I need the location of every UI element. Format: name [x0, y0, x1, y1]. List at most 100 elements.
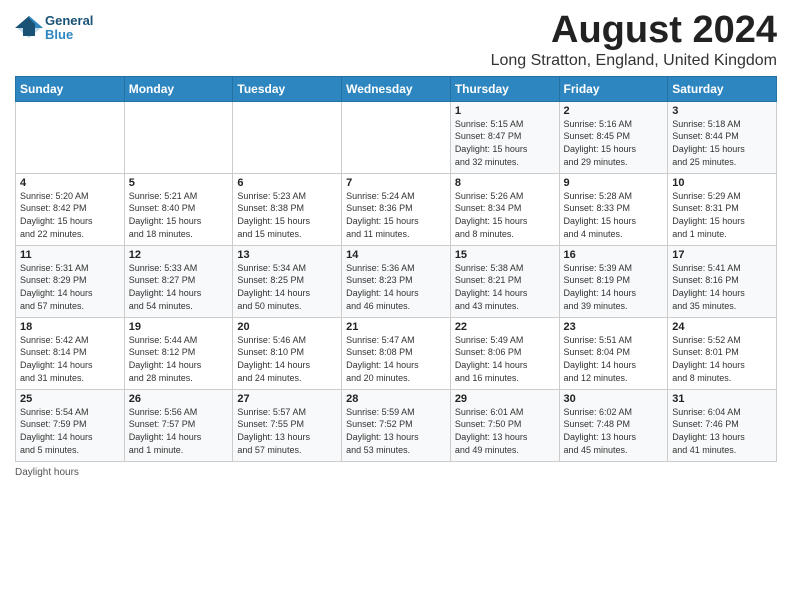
day-number: 28 — [346, 393, 446, 405]
day-info: Sunrise: 6:01 AMSunset: 7:50 PMDaylight:… — [455, 406, 555, 456]
calendar-cell: 25Sunrise: 5:54 AMSunset: 7:59 PMDayligh… — [16, 389, 125, 461]
calendar-day-header: Saturday — [668, 76, 777, 101]
day-number: 20 — [237, 321, 337, 333]
calendar-cell — [16, 101, 125, 173]
day-info: Sunrise: 5:56 AMSunset: 7:57 PMDaylight:… — [129, 406, 229, 456]
day-info: Sunrise: 6:02 AMSunset: 7:48 PMDaylight:… — [564, 406, 664, 456]
day-number: 12 — [129, 249, 229, 261]
day-number: 10 — [672, 177, 772, 189]
day-info: Sunrise: 5:38 AMSunset: 8:21 PMDaylight:… — [455, 262, 555, 312]
calendar-cell: 22Sunrise: 5:49 AMSunset: 8:06 PMDayligh… — [450, 317, 559, 389]
calendar-cell: 26Sunrise: 5:56 AMSunset: 7:57 PMDayligh… — [124, 389, 233, 461]
calendar-cell: 4Sunrise: 5:20 AMSunset: 8:42 PMDaylight… — [16, 173, 125, 245]
day-info: Sunrise: 5:28 AMSunset: 8:33 PMDaylight:… — [564, 190, 664, 240]
day-info: Sunrise: 5:24 AMSunset: 8:36 PMDaylight:… — [346, 190, 446, 240]
calendar-cell: 27Sunrise: 5:57 AMSunset: 7:55 PMDayligh… — [233, 389, 342, 461]
calendar-cell: 23Sunrise: 5:51 AMSunset: 8:04 PMDayligh… — [559, 317, 668, 389]
day-number: 15 — [455, 249, 555, 261]
calendar-cell — [124, 101, 233, 173]
calendar-cell: 29Sunrise: 6:01 AMSunset: 7:50 PMDayligh… — [450, 389, 559, 461]
calendar-week-row: 11Sunrise: 5:31 AMSunset: 8:29 PMDayligh… — [16, 245, 777, 317]
calendar-cell: 30Sunrise: 6:02 AMSunset: 7:48 PMDayligh… — [559, 389, 668, 461]
day-number: 7 — [346, 177, 446, 189]
day-number: 29 — [455, 393, 555, 405]
day-info: Sunrise: 5:52 AMSunset: 8:01 PMDaylight:… — [672, 334, 772, 384]
calendar-cell: 28Sunrise: 5:59 AMSunset: 7:52 PMDayligh… — [342, 389, 451, 461]
day-info: Sunrise: 5:23 AMSunset: 8:38 PMDaylight:… — [237, 190, 337, 240]
calendar-cell: 12Sunrise: 5:33 AMSunset: 8:27 PMDayligh… — [124, 245, 233, 317]
day-number: 4 — [20, 177, 120, 189]
day-number: 26 — [129, 393, 229, 405]
day-number: 11 — [20, 249, 120, 261]
day-number: 25 — [20, 393, 120, 405]
title-block: August 2024 Long Stratton, England, Unit… — [491, 10, 777, 70]
calendar-cell: 21Sunrise: 5:47 AMSunset: 8:08 PMDayligh… — [342, 317, 451, 389]
day-number: 18 — [20, 321, 120, 333]
calendar-cell: 15Sunrise: 5:38 AMSunset: 8:21 PMDayligh… — [450, 245, 559, 317]
calendar-week-row: 25Sunrise: 5:54 AMSunset: 7:59 PMDayligh… — [16, 389, 777, 461]
day-number: 19 — [129, 321, 229, 333]
day-info: Sunrise: 5:51 AMSunset: 8:04 PMDaylight:… — [564, 334, 664, 384]
calendar-cell: 19Sunrise: 5:44 AMSunset: 8:12 PMDayligh… — [124, 317, 233, 389]
day-info: Sunrise: 5:54 AMSunset: 7:59 PMDaylight:… — [20, 406, 120, 456]
calendar-cell: 3Sunrise: 5:18 AMSunset: 8:44 PMDaylight… — [668, 101, 777, 173]
day-info: Sunrise: 5:34 AMSunset: 8:25 PMDaylight:… — [237, 262, 337, 312]
calendar-cell: 8Sunrise: 5:26 AMSunset: 8:34 PMDaylight… — [450, 173, 559, 245]
calendar-cell: 2Sunrise: 5:16 AMSunset: 8:45 PMDaylight… — [559, 101, 668, 173]
day-number: 24 — [672, 321, 772, 333]
day-number: 3 — [672, 105, 772, 117]
calendar-cell: 6Sunrise: 5:23 AMSunset: 8:38 PMDaylight… — [233, 173, 342, 245]
day-number: 5 — [129, 177, 229, 189]
day-number: 30 — [564, 393, 664, 405]
day-info: Sunrise: 5:15 AMSunset: 8:47 PMDaylight:… — [455, 118, 555, 168]
day-info: Sunrise: 5:41 AMSunset: 8:16 PMDaylight:… — [672, 262, 772, 312]
calendar-cell: 14Sunrise: 5:36 AMSunset: 8:23 PMDayligh… — [342, 245, 451, 317]
day-info: Sunrise: 5:42 AMSunset: 8:14 PMDaylight:… — [20, 334, 120, 384]
header: General Blue August 2024 Long Stratton, … — [15, 10, 777, 70]
calendar-day-header: Tuesday — [233, 76, 342, 101]
day-info: Sunrise: 5:46 AMSunset: 8:10 PMDaylight:… — [237, 334, 337, 384]
calendar-cell — [233, 101, 342, 173]
day-number: 9 — [564, 177, 664, 189]
calendar-cell: 9Sunrise: 5:28 AMSunset: 8:33 PMDaylight… — [559, 173, 668, 245]
page: General Blue August 2024 Long Stratton, … — [0, 0, 792, 488]
month-title: August 2024 — [491, 10, 777, 52]
calendar-cell: 31Sunrise: 6:04 AMSunset: 7:46 PMDayligh… — [668, 389, 777, 461]
day-info: Sunrise: 5:57 AMSunset: 7:55 PMDaylight:… — [237, 406, 337, 456]
calendar-cell: 7Sunrise: 5:24 AMSunset: 8:36 PMDaylight… — [342, 173, 451, 245]
day-info: Sunrise: 5:21 AMSunset: 8:40 PMDaylight:… — [129, 190, 229, 240]
day-number: 8 — [455, 177, 555, 189]
calendar-day-header: Friday — [559, 76, 668, 101]
calendar-cell: 13Sunrise: 5:34 AMSunset: 8:25 PMDayligh… — [233, 245, 342, 317]
calendar-week-row: 1Sunrise: 5:15 AMSunset: 8:47 PMDaylight… — [16, 101, 777, 173]
day-number: 16 — [564, 249, 664, 261]
calendar-week-row: 4Sunrise: 5:20 AMSunset: 8:42 PMDaylight… — [16, 173, 777, 245]
day-info: Sunrise: 5:16 AMSunset: 8:45 PMDaylight:… — [564, 118, 664, 168]
calendar-cell: 10Sunrise: 5:29 AMSunset: 8:31 PMDayligh… — [668, 173, 777, 245]
calendar-header-row: SundayMondayTuesdayWednesdayThursdayFrid… — [16, 76, 777, 101]
day-info: Sunrise: 5:18 AMSunset: 8:44 PMDaylight:… — [672, 118, 772, 168]
day-number: 14 — [346, 249, 446, 261]
day-info: Sunrise: 5:59 AMSunset: 7:52 PMDaylight:… — [346, 406, 446, 456]
logo-icon — [15, 14, 43, 42]
day-number: 6 — [237, 177, 337, 189]
calendar-day-header: Monday — [124, 76, 233, 101]
calendar-day-header: Sunday — [16, 76, 125, 101]
day-info: Sunrise: 5:47 AMSunset: 8:08 PMDaylight:… — [346, 334, 446, 384]
calendar-cell: 17Sunrise: 5:41 AMSunset: 8:16 PMDayligh… — [668, 245, 777, 317]
day-info: Sunrise: 5:39 AMSunset: 8:19 PMDaylight:… — [564, 262, 664, 312]
footer: Daylight hours — [15, 467, 777, 478]
day-number: 21 — [346, 321, 446, 333]
calendar-cell: 5Sunrise: 5:21 AMSunset: 8:40 PMDaylight… — [124, 173, 233, 245]
day-info: Sunrise: 5:29 AMSunset: 8:31 PMDaylight:… — [672, 190, 772, 240]
day-number: 31 — [672, 393, 772, 405]
calendar-day-header: Wednesday — [342, 76, 451, 101]
day-info: Sunrise: 5:33 AMSunset: 8:27 PMDaylight:… — [129, 262, 229, 312]
calendar-week-row: 18Sunrise: 5:42 AMSunset: 8:14 PMDayligh… — [16, 317, 777, 389]
daylight-label: Daylight hours — [15, 467, 79, 478]
calendar-day-header: Thursday — [450, 76, 559, 101]
calendar-cell: 1Sunrise: 5:15 AMSunset: 8:47 PMDaylight… — [450, 101, 559, 173]
location-title: Long Stratton, England, United Kingdom — [491, 52, 777, 70]
day-info: Sunrise: 6:04 AMSunset: 7:46 PMDaylight:… — [672, 406, 772, 456]
day-info: Sunrise: 5:49 AMSunset: 8:06 PMDaylight:… — [455, 334, 555, 384]
